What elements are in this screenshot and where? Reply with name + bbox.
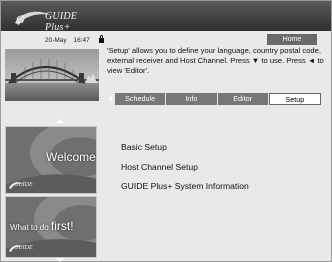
tile-logo-text: GUIDE [14,182,33,188]
svg-text:G: G [16,12,25,26]
left-arrow-icon[interactable] [107,93,115,105]
first-prefix: What to do [10,223,49,232]
what-to-do-first-tile[interactable]: What to do first! GUIDE [5,196,97,258]
first-emphasis: first! [50,219,74,233]
tab-bar: Schedule Info Editor Setup [107,93,321,105]
tile-logo-text: GUIDE [14,245,33,251]
preview-image [5,49,99,101]
lock-icon [98,35,104,43]
top-banner: G GUIDE Plus+ [1,1,331,33]
what-to-do-first-text: What to do first! [10,219,74,233]
time-label: 16:47 [73,37,90,44]
scroll-down-icon[interactable] [56,258,64,262]
welcome-tile[interactable]: Welcome! GUIDE [5,126,97,194]
home-button[interactable]: Home [267,34,317,45]
harbour-bridge-image [5,49,99,101]
setup-description: 'Setup' allows you to define your langua… [107,46,324,75]
tab-editor[interactable]: Editor [217,93,269,105]
guide-screen: G GUIDE Plus+ 20-May 16:47 Home 'Setup' … [0,0,332,262]
menu-item-system-information[interactable]: GUIDE Plus+ System Information [121,181,321,201]
menu-item-host-channel-setup[interactable]: Host Channel Setup [121,162,321,182]
guide-plus-logo: G GUIDE Plus+ [13,7,93,33]
tab-info[interactable]: Info [166,93,218,105]
date-time-display: 20-May 16:47 [45,35,104,44]
setup-menu: Basic Setup Host Channel Setup GUIDE Plu… [121,142,321,201]
tab-setup[interactable]: Setup [268,93,321,105]
logo-text: GUIDE Plus+ [45,11,78,33]
date-label: 20-May [45,37,67,44]
welcome-text: Welcome! [46,150,97,164]
scroll-up-icon[interactable] [56,119,64,123]
tab-schedule[interactable]: Schedule [115,93,167,105]
menu-item-basic-setup[interactable]: Basic Setup [121,142,321,162]
